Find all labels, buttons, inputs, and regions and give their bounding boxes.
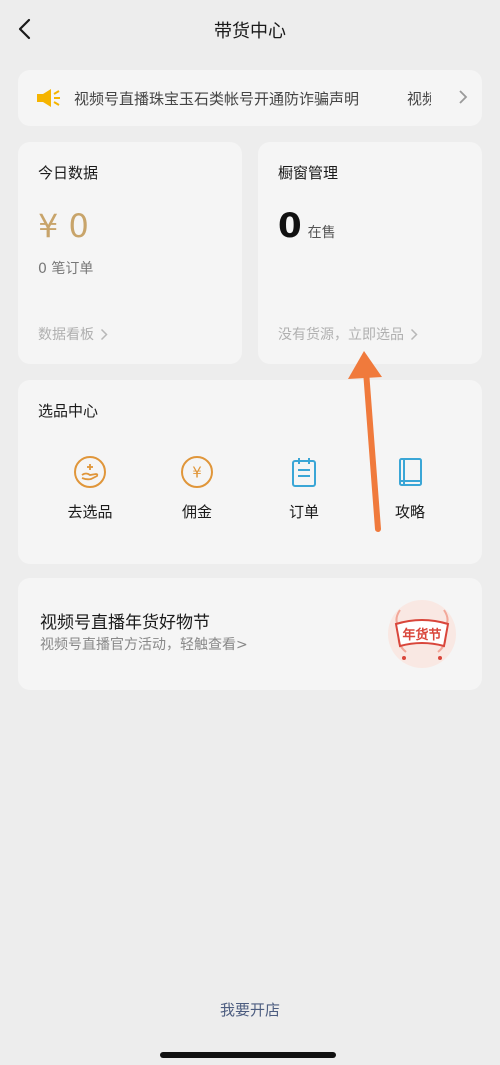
selection-center-title: 选品中心: [38, 402, 99, 420]
go-select-button[interactable]: 去选品: [40, 455, 140, 522]
notice-text: 视频号直播珠宝玉石类帐号开通防诈骗声明: [74, 89, 360, 108]
on-sale-count: 0 在售: [278, 206, 336, 246]
page-title: 带货中心: [214, 21, 286, 42]
orders-label: 订单: [288, 503, 319, 521]
festival-badge-text: 年货节: [402, 627, 441, 643]
yen-coin-icon: ¥: [181, 456, 213, 488]
promo-title: 视频号直播年货好物节: [40, 613, 210, 633]
guide-book-icon: [399, 458, 422, 486]
guide-button[interactable]: 攻略: [360, 455, 460, 522]
header-bar: 带货中心: [0, 0, 500, 58]
today-amount: ¥ 0: [38, 207, 89, 245]
speaker-icon: [37, 89, 60, 107]
today-order-count: 0 笔订单: [38, 261, 94, 277]
select-product-icon: [74, 456, 106, 488]
notice-banner[interactable]: 视频号直播珠宝玉石类帐号开通防诈骗声明 视频: [18, 70, 482, 126]
notice-text-next: 视频: [407, 89, 432, 108]
select-products-label: 没有货源，立即选品: [278, 327, 404, 343]
chevron-right-icon: [410, 328, 418, 340]
order-clipboard-icon: [292, 458, 316, 487]
festival-badge-icon: 年货节: [388, 600, 456, 668]
chevron-right-icon: [100, 328, 108, 340]
window-management-title: 橱窗管理: [278, 164, 339, 182]
open-store-link[interactable]: 我要开店: [0, 999, 500, 1020]
product-selection-center: 选品中心 去选品 ¥ 佣金 订单 攻略: [18, 380, 482, 564]
chevron-right-icon: [459, 90, 468, 104]
commission-label: 佣金: [181, 503, 212, 521]
select-products-link[interactable]: 没有货源，立即选品: [278, 324, 418, 344]
on-sale-unit: 在售: [307, 225, 336, 241]
on-sale-number: 0: [278, 206, 302, 246]
data-dashboard-link[interactable]: 数据看板: [38, 324, 108, 344]
guide-label: 攻略: [394, 503, 425, 521]
go-select-label: 去选品: [67, 503, 113, 521]
today-data-card[interactable]: 今日数据 ¥ 0 0 笔订单 数据看板: [18, 142, 242, 364]
window-management-card[interactable]: 橱窗管理 0 在售 没有货源，立即选品: [258, 142, 482, 364]
orders-button[interactable]: 订单: [254, 455, 354, 522]
promo-subtitle: 视频号直播官方活动，轻触查看>: [40, 637, 248, 653]
commission-button[interactable]: ¥ 佣金: [147, 455, 247, 522]
svg-text:¥: ¥: [192, 464, 202, 482]
new-year-goods-festival-banner[interactable]: 视频号直播年货好物节 视频号直播官方活动，轻触查看> 年货节: [18, 578, 482, 690]
today-data-title: 今日数据: [38, 164, 99, 182]
data-dashboard-label: 数据看板: [38, 327, 94, 343]
home-indicator[interactable]: [160, 1052, 336, 1058]
